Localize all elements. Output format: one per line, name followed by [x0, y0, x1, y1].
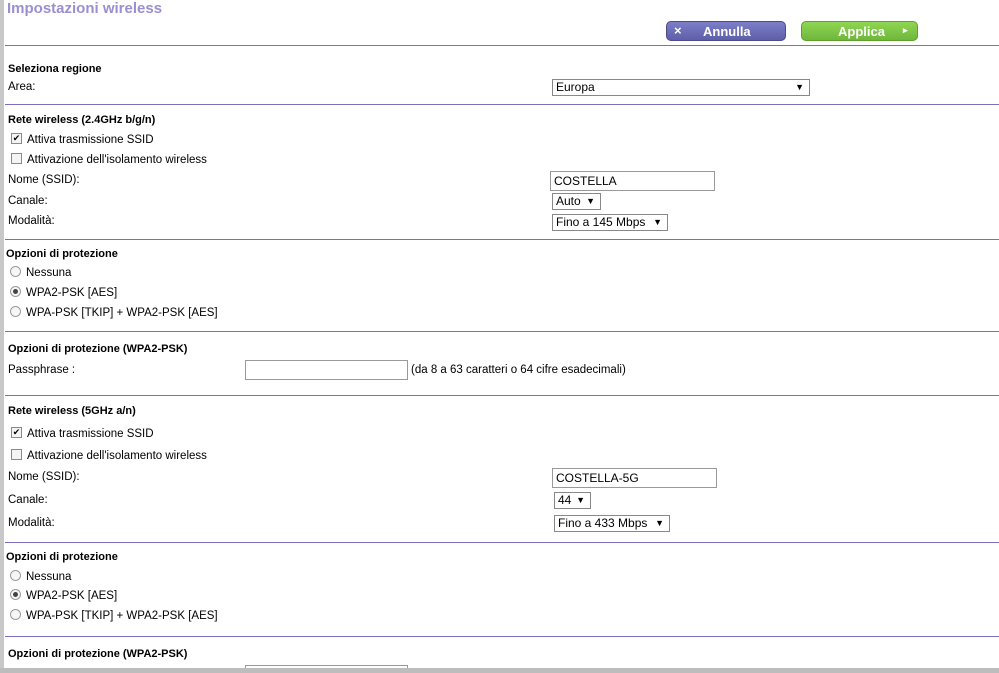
play-arrow-icon: ▸: [903, 25, 908, 35]
security5-none-label: Nessuna: [26, 571, 72, 583]
security5-none-radio[interactable]: [10, 570, 21, 581]
apply-label: Applica: [838, 24, 885, 39]
passphrase-24-label: Passphrase :: [8, 364, 76, 376]
security24-wpa2-radio[interactable]: [10, 286, 21, 297]
channel-5-value: 44: [558, 493, 572, 507]
wpa5-header: Opzioni di protezione (WPA2-PSK): [8, 648, 188, 660]
area-value: Europa: [556, 80, 595, 94]
security24-mixed-label: WPA-PSK [TKIP] + WPA2-PSK [AES]: [26, 307, 218, 319]
channel-24-label: Canale:: [8, 195, 48, 207]
ssid-5-input[interactable]: COSTELLA-5G: [552, 468, 717, 488]
dropdown-arrow-icon: ▼: [586, 196, 595, 206]
dropdown-arrow-icon: ▼: [795, 82, 804, 92]
wifi5-header: Rete wireless (5GHz a/n): [8, 405, 136, 417]
mode-5-label: Modalità:: [8, 517, 55, 529]
cancel-button[interactable]: × Annulla: [666, 21, 786, 41]
ssid-broadcast-5-checkbox[interactable]: ✔: [11, 427, 22, 438]
horizontal-scrollbar[interactable]: [0, 668, 999, 673]
divider: [5, 542, 999, 543]
area-label: Area:: [8, 81, 36, 93]
wpa24-header: Opzioni di protezione (WPA2-PSK): [8, 343, 188, 355]
divider: [5, 45, 999, 46]
page-title: Impostazioni wireless: [7, 0, 163, 17]
isolation-5-label: Attivazione dell'isolamento wireless: [27, 450, 207, 462]
mode-24-label: Modalità:: [8, 215, 55, 227]
security24-header: Opzioni di protezione: [6, 248, 118, 260]
security5-mixed-radio[interactable]: [10, 609, 21, 620]
close-icon: ×: [674, 23, 682, 38]
apply-button[interactable]: Applica ▸: [801, 21, 918, 41]
security24-none-radio[interactable]: [10, 266, 21, 277]
security5-wpa2-label: WPA2-PSK [AES]: [26, 590, 118, 602]
mode-5-select[interactable]: Fino a 433 Mbps ▼: [554, 515, 670, 532]
ssid-24-input[interactable]: COSTELLA: [550, 171, 715, 191]
mode-5-value: Fino a 433 Mbps: [558, 516, 648, 530]
divider: [5, 239, 999, 240]
security5-wpa2-radio[interactable]: [10, 589, 21, 600]
dropdown-arrow-icon: ▼: [653, 217, 662, 227]
security5-mixed-label: WPA-PSK [TKIP] + WPA2-PSK [AES]: [26, 610, 218, 622]
divider: [5, 395, 999, 396]
cancel-label: Annulla: [703, 24, 751, 39]
region-header: Seleziona regione: [8, 63, 102, 75]
dropdown-arrow-icon: ▼: [576, 495, 585, 505]
area-select[interactable]: Europa ▼: [552, 79, 810, 96]
isolation-5-checkbox[interactable]: [11, 449, 22, 460]
ssid-24-label: Nome (SSID):: [8, 174, 80, 186]
ssid-broadcast-5-label: Attiva trasmissione SSID: [27, 428, 154, 440]
isolation-24-label: Attivazione dell'isolamento wireless: [27, 154, 207, 166]
channel-5-select[interactable]: 44 ▼: [554, 492, 591, 509]
divider: [5, 104, 999, 105]
channel-24-value: Auto: [556, 194, 581, 208]
divider: [5, 636, 999, 637]
wifi24-header: Rete wireless (2.4GHz b/g/n): [8, 114, 156, 126]
security24-mixed-radio[interactable]: [10, 306, 21, 317]
channel-5-label: Canale:: [8, 494, 48, 506]
ssid-broadcast-24-checkbox[interactable]: ✔: [11, 133, 22, 144]
passphrase-24-hint: (da 8 a 63 caratteri o 64 cifre esadecim…: [411, 364, 626, 376]
security5-header: Opzioni di protezione: [6, 551, 118, 563]
ssid-5-label: Nome (SSID):: [8, 471, 80, 483]
divider: [5, 331, 999, 332]
security24-none-label: Nessuna: [26, 267, 72, 279]
channel-24-select[interactable]: Auto ▼: [552, 193, 601, 210]
passphrase-24-input[interactable]: [245, 360, 408, 380]
isolation-24-checkbox[interactable]: [11, 153, 22, 164]
mode-24-select[interactable]: Fino a 145 Mbps ▼: [552, 214, 668, 231]
dropdown-arrow-icon: ▼: [655, 518, 664, 528]
ssid-broadcast-24-label: Attiva trasmissione SSID: [27, 134, 154, 146]
window-edge: [0, 0, 4, 673]
security24-wpa2-label: WPA2-PSK [AES]: [26, 287, 118, 299]
mode-24-value: Fino a 145 Mbps: [556, 215, 646, 229]
